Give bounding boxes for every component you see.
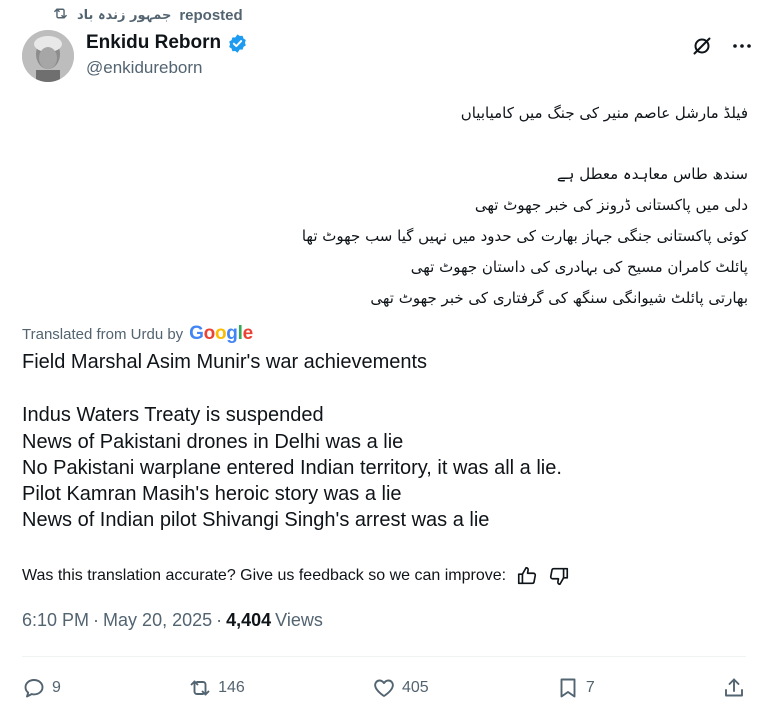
translation-line: News of Indian pilot Shivangi Singh's ar… <box>22 509 490 531</box>
tweet-meta: 6:10 PM · May 20, 2025 · 4,404 Views <box>22 610 323 631</box>
tweet-top-actions <box>690 34 754 58</box>
grok-icon[interactable] <box>690 34 714 58</box>
repost-action-icon <box>188 676 212 700</box>
bookmark-button[interactable]: 7 <box>556 676 595 700</box>
repost-header[interactable]: جمہور زندہ باد reposted <box>52 6 243 24</box>
tweet-date[interactable]: May 20, 2025 <box>103 610 212 631</box>
repost-button[interactable]: 146 <box>188 676 245 700</box>
urdu-line: فیلڈ مارشل عاصم منیر کی جنگ میں کامیابیا… <box>460 104 748 122</box>
translation-feedback: Was this translation accurate? Give us f… <box>22 565 570 587</box>
author-name-row[interactable]: Enkidu Reborn <box>86 32 248 54</box>
translation-line: Indus Waters Treaty is suspended <box>22 404 324 426</box>
divider <box>22 656 746 657</box>
urdu-line: سندھ طاس معاہدہ معطل ہے <box>556 165 748 183</box>
thumbs-up-icon[interactable] <box>516 565 538 587</box>
author-handle[interactable]: @enkidureborn <box>86 58 203 78</box>
feedback-text: Was this translation accurate? Give us f… <box>22 567 507 584</box>
avatar[interactable] <box>22 30 74 82</box>
views-count: 4,404 <box>226 610 272 630</box>
action-bar: 9 146 405 7 <box>22 674 746 702</box>
share-button[interactable] <box>722 676 746 700</box>
urdu-line: کوئی پاکستانی جنگی جہاز بھارت کی حدود می… <box>301 227 748 245</box>
more-icon[interactable] <box>730 34 754 58</box>
urdu-line: پائلٹ کامران مسیح کی بہادری کی داستان جھ… <box>410 258 748 276</box>
repost-label: reposted <box>179 6 243 24</box>
urdu-line: دلی میں پاکستانی ڈرونز کی خبر جھوٹ تھی <box>474 196 748 214</box>
repost-icon <box>52 5 69 26</box>
reply-icon <box>22 676 46 700</box>
meta-separator: · <box>93 610 100 630</box>
translated-label: Translated from Urdu by <box>22 325 184 343</box>
meta-separator: · <box>216 610 223 630</box>
like-button[interactable]: 405 <box>372 676 429 700</box>
repost-count: 146 <box>218 679 245 696</box>
reply-button[interactable]: 9 <box>22 676 61 700</box>
share-icon <box>722 676 746 700</box>
verified-badge-icon <box>227 33 248 54</box>
tweet-time[interactable]: 6:10 PM <box>22 610 89 631</box>
bookmark-icon <box>556 676 580 700</box>
translation-line: Field Marshal Asim Munir's war achieveme… <box>22 351 428 373</box>
views-label: Views <box>275 610 323 630</box>
google-logo: Google <box>189 323 253 344</box>
heart-icon <box>372 676 396 700</box>
translation-line: Pilot Kamran Masih's heroic story was a … <box>22 483 402 505</box>
urdu-line: بھارتی پائلٹ شیوانگی سنگھ کی گرفتاری کی … <box>370 289 748 307</box>
repost-user[interactable]: جمہور زندہ باد <box>77 8 171 23</box>
like-count: 405 <box>401 679 429 696</box>
author-name[interactable]: Enkidu Reborn <box>86 32 221 54</box>
reply-count: 9 <box>52 679 61 696</box>
thumbs-down-icon[interactable] <box>548 565 570 587</box>
bookmark-count: 7 <box>585 679 595 696</box>
translation-line: News of Pakistani drones in Delhi was a … <box>22 431 404 453</box>
translation-attribution[interactable]: Translated from Urdu by Google <box>22 323 253 345</box>
translation-line: No Pakistani warplane entered Indian ter… <box>22 457 562 479</box>
